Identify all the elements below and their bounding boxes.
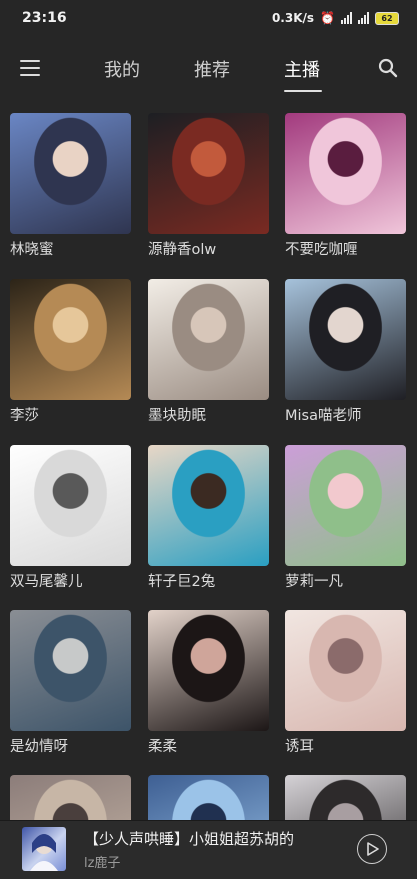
anchor-grid: 林晓蜜 源静香olw 不要吃咖喱李莎 墨块助眠 Misa喵老师双马尾馨儿 轩子巨2兔 萝莉一… [10, 113, 410, 823]
anchor-avatar[interactable] [10, 610, 131, 731]
anchor-name: 轩子巨2兔 [148, 574, 216, 590]
anchor-name: 源静香olw [148, 242, 217, 258]
anchor-avatar[interactable] [148, 113, 269, 234]
anchor-avatar[interactable] [10, 113, 131, 234]
anchor-avatar[interactable] [10, 445, 131, 566]
anchor-card[interactable]: 源静香olw [148, 113, 269, 259]
anchor-avatar[interactable] [148, 775, 269, 823]
anchor-card[interactable]: 不要吃咖喱 [285, 113, 406, 259]
now-playing-artist: lz鹿子 [84, 856, 121, 871]
status-icons: 0.3K/s ⏰ 62 [272, 11, 399, 25]
anchor-avatar[interactable] [285, 775, 406, 823]
anchor-card[interactable]: 双马尾馨儿 [10, 445, 131, 591]
anchor-avatar[interactable] [148, 610, 269, 731]
anchor-name: 是幼情呀 [10, 739, 68, 755]
play-button[interactable] [357, 834, 387, 864]
anchor-avatar[interactable] [10, 279, 131, 400]
anchor-name: 不要吃咖喱 [285, 242, 358, 258]
anchor-name: 李莎 [10, 408, 39, 424]
tab-recommend[interactable]: 推荐 [194, 56, 230, 82]
anchor-avatar[interactable] [285, 279, 406, 400]
now-playing-bar[interactable]: 【少人声哄睡】小姐姐超苏胡的 lz鹿子 [0, 820, 417, 879]
play-icon [367, 842, 379, 856]
anchor-card[interactable]: 萝莉一凡 [285, 445, 406, 591]
anchor-avatar[interactable] [285, 113, 406, 234]
anchor-name: 诱耳 [285, 739, 314, 755]
anchor-avatar[interactable] [148, 279, 269, 400]
anchor-avatar[interactable] [285, 610, 406, 731]
anchor-card[interactable] [148, 775, 269, 823]
net-speed: 0.3K/s [271, 11, 315, 25]
anchor-card[interactable] [10, 775, 131, 823]
anchor-card[interactable] [285, 775, 406, 823]
anchor-name: 萝莉一凡 [285, 574, 343, 590]
anchor-card[interactable]: 是幼情呀 [10, 610, 131, 756]
alarm-icon: ⏰ [320, 11, 335, 25]
anchor-card[interactable]: Misa喵老师 [285, 279, 406, 425]
now-playing-title[interactable]: 【少人声哄睡】小姐姐超苏胡的 [84, 828, 349, 849]
battery-icon: 62 [375, 11, 399, 25]
anchor-name: 双马尾馨儿 [10, 574, 83, 590]
anchor-name: 柔柔 [148, 739, 177, 755]
anchor-avatar[interactable] [285, 445, 406, 566]
status-time: 23:16 [22, 10, 67, 26]
status-bar: 23:16 0.3K/s ⏰ 62 [0, 0, 417, 36]
signal-2-icon [358, 12, 369, 24]
anchor-card[interactable]: 林晓蜜 [10, 113, 131, 259]
anchor-name: 林晓蜜 [10, 242, 54, 258]
search-icon[interactable] [378, 58, 398, 78]
anchor-name: Misa喵老师 [285, 408, 362, 424]
anchor-avatar[interactable] [148, 445, 269, 566]
anchor-card[interactable]: 墨块助眠 [148, 279, 269, 425]
tab-mine[interactable]: 我的 [104, 56, 140, 82]
signal-icon [341, 12, 352, 24]
anchor-name: 墨块助眠 [148, 408, 206, 424]
now-playing-cover[interactable] [22, 827, 66, 871]
anchor-card[interactable]: 诱耳 [285, 610, 406, 756]
anchor-card[interactable]: 轩子巨2兔 [148, 445, 269, 591]
anchor-card[interactable]: 李莎 [10, 279, 131, 425]
anchor-avatar[interactable] [10, 775, 131, 823]
anchor-card[interactable]: 柔柔 [148, 610, 269, 756]
top-nav: 我的 推荐 主播 [0, 44, 417, 94]
active-tab-indicator [284, 90, 322, 92]
tab-anchors[interactable]: 主播 [284, 56, 320, 82]
